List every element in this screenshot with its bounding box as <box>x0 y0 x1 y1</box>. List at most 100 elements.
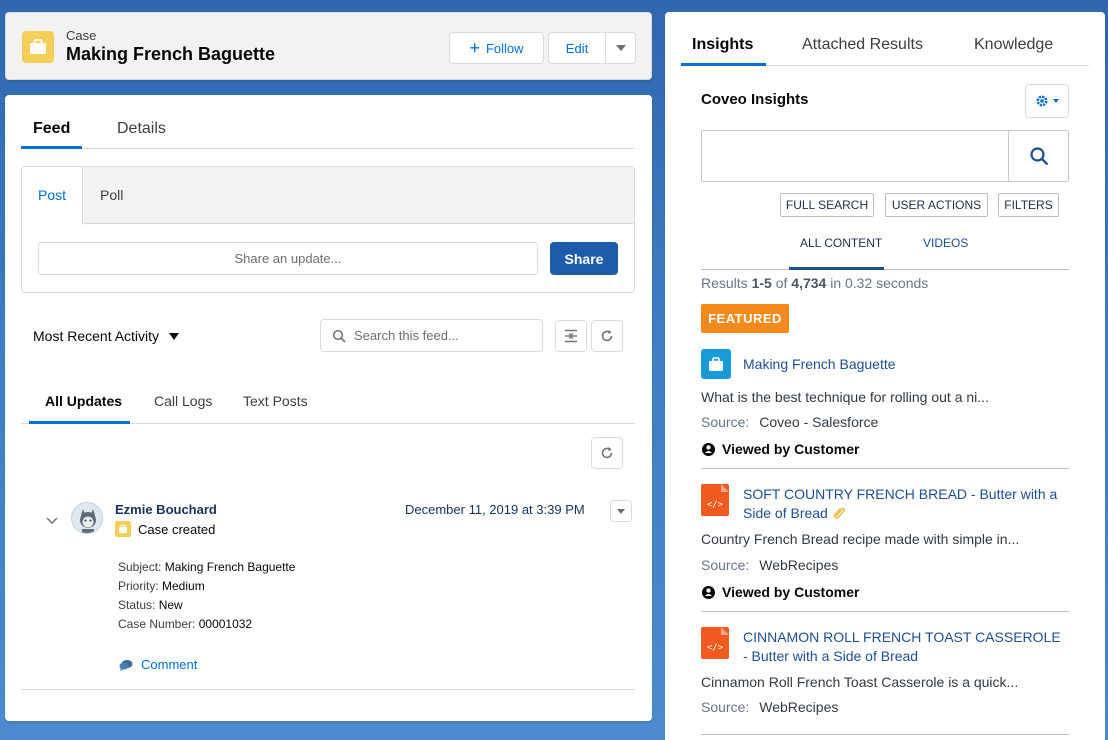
feed-card: Feed Details Post Poll Share an update..… <box>5 95 652 721</box>
result-divider <box>701 611 1069 612</box>
follow-button[interactable]: + Follow <box>449 32 544 64</box>
record-header: Case Making French Baguette + Follow Edi… <box>5 12 652 80</box>
field-status: Status: New <box>118 598 183 612</box>
results-summary: Results 1-5 of 4,734 in 0.32 seconds <box>701 275 929 291</box>
more-actions-button[interactable] <box>605 32 636 64</box>
case-icon <box>22 31 54 63</box>
tab-knowledge[interactable]: Knowledge <box>974 36 1053 54</box>
viewed-by-customer: Viewed by Customer <box>701 584 859 600</box>
svg-text:</>: </> <box>707 643 724 653</box>
search-icon <box>332 329 346 343</box>
tab-all-content[interactable]: ALL CONTENT <box>800 236 882 250</box>
refresh-feed-button[interactable] <box>591 320 623 352</box>
feed-item-action: Case created <box>138 521 216 537</box>
result-title[interactable]: Making French Baguette <box>743 356 896 372</box>
search-icon <box>1029 147 1048 166</box>
case-icon <box>701 349 731 379</box>
result-source: Source: Coveo - Salesforce <box>701 414 879 430</box>
insights-card: Insights Attached Results Knowledge Cove… <box>665 12 1105 740</box>
refresh-icon <box>601 447 613 459</box>
object-label: Case <box>66 28 97 43</box>
result-source: Source: WebRecipes <box>701 557 839 573</box>
user-actions-button[interactable]: USER ACTIONS <box>885 193 988 217</box>
refresh-icon <box>601 330 613 342</box>
case-fields: Subject: Making French Baguette Priority… <box>118 558 295 634</box>
full-search-button[interactable]: FULL SEARCH <box>780 193 874 217</box>
result-divider <box>701 734 1069 735</box>
customer-view-icon <box>702 585 715 599</box>
sort-dropdown[interactable]: Most Recent Activity <box>33 328 180 344</box>
tab-poll[interactable]: Poll <box>100 187 123 203</box>
tab-videos[interactable]: VIDEOS <box>923 236 968 250</box>
result-title[interactable]: SOFT COUNTRY FRENCH BREAD - Butter with … <box>743 485 1063 523</box>
result-title[interactable]: CINNAMON ROLL FRENCH TOAST CASSEROLE - B… <box>743 628 1063 666</box>
svg-text:</>: </> <box>707 500 724 510</box>
avatar[interactable] <box>71 502 103 534</box>
caret-down-icon <box>169 332 180 340</box>
field-subject: Subject: Making French Baguette <box>118 560 296 574</box>
refresh-updates-button[interactable] <box>591 437 623 469</box>
tab-insights[interactable]: Insights <box>692 36 753 54</box>
chevron-down-icon <box>617 508 625 514</box>
tab-post-label: Post <box>38 187 67 203</box>
tabs-divider <box>21 148 635 149</box>
panel-title: Coveo Insights <box>701 91 809 108</box>
field-case-number: Case Number: 00001032 <box>118 617 253 631</box>
html-file-icon: </> <box>701 627 729 659</box>
featured-badge: FEATURED <box>701 304 789 333</box>
case-icon <box>115 521 131 537</box>
collapse-icon <box>565 329 577 343</box>
content-tabs-divider <box>701 269 1069 270</box>
result-excerpt: Country French Bread recipe made with si… <box>701 531 1020 547</box>
sort-label: Most Recent Activity <box>33 328 160 344</box>
comment-icon <box>119 659 133 671</box>
tab-post[interactable]: Post <box>22 167 83 225</box>
result-divider <box>701 468 1069 469</box>
insights-search-button[interactable] <box>1008 130 1069 182</box>
case-created-row: Case created <box>115 521 215 537</box>
insights-search-input[interactable] <box>701 130 1009 182</box>
feed-item-timestamp[interactable]: December 11, 2019 at 3:39 PM <box>405 502 585 517</box>
paperclip-icon <box>833 507 845 519</box>
filter-text-posts[interactable]: Text Posts <box>243 393 308 409</box>
filter-active-indicator <box>29 421 130 424</box>
result-excerpt: Cinnamon Roll French Toast Casserole is … <box>701 674 1019 690</box>
comment-label: Comment <box>141 657 198 672</box>
html-file-icon: </> <box>701 484 729 516</box>
filters-button[interactable]: FILTERS <box>998 193 1059 217</box>
share-button[interactable]: Share <box>550 242 618 275</box>
caret-down-icon <box>1053 99 1059 103</box>
tab-attached-results[interactable]: Attached Results <box>802 36 923 54</box>
share-update-input[interactable]: Share an update... <box>38 242 538 275</box>
edit-button[interactable]: Edit <box>548 32 606 64</box>
record-title: Making French Baguette <box>66 44 276 64</box>
feed-search-placeholder: Search this feed... <box>354 328 459 343</box>
collapse-all-button[interactable] <box>555 320 587 352</box>
edit-label: Edit <box>565 40 589 56</box>
comment-action[interactable]: Comment <box>119 657 197 672</box>
filter-all-updates[interactable]: All Updates <box>45 393 122 409</box>
gear-icon <box>1036 95 1048 107</box>
feed-item-author[interactable]: Ezmie Bouchard <box>115 502 217 517</box>
feed-item-divider <box>21 689 635 690</box>
tab-details[interactable]: Details <box>117 120 166 138</box>
filter-call-logs[interactable]: Call Logs <box>154 393 212 409</box>
plus-icon: + <box>469 38 480 58</box>
settings-menu-button[interactable] <box>1025 84 1069 118</box>
result-source: Source: WebRecipes <box>701 699 839 715</box>
customer-view-icon <box>702 442 715 456</box>
tab-feed[interactable]: Feed <box>33 120 70 138</box>
chevron-down-icon <box>46 517 58 524</box>
tab-insights-indicator <box>681 63 766 66</box>
chevron-down-icon <box>615 45 626 51</box>
tab-all-content-indicator <box>789 267 884 270</box>
tab-feed-indicator <box>21 146 82 149</box>
expand-item-toggle[interactable] <box>45 513 59 531</box>
viewed-by-customer: Viewed by Customer <box>701 441 859 457</box>
publisher: Post Poll Share an update... Share <box>21 166 635 293</box>
follow-label: Follow <box>485 40 524 56</box>
feed-search-input[interactable]: Search this feed... <box>320 319 543 352</box>
feed-item-menu-button[interactable] <box>610 500 632 522</box>
result-excerpt: What is the best technique for rolling o… <box>701 389 989 405</box>
field-priority: Priority: Medium <box>118 579 205 593</box>
